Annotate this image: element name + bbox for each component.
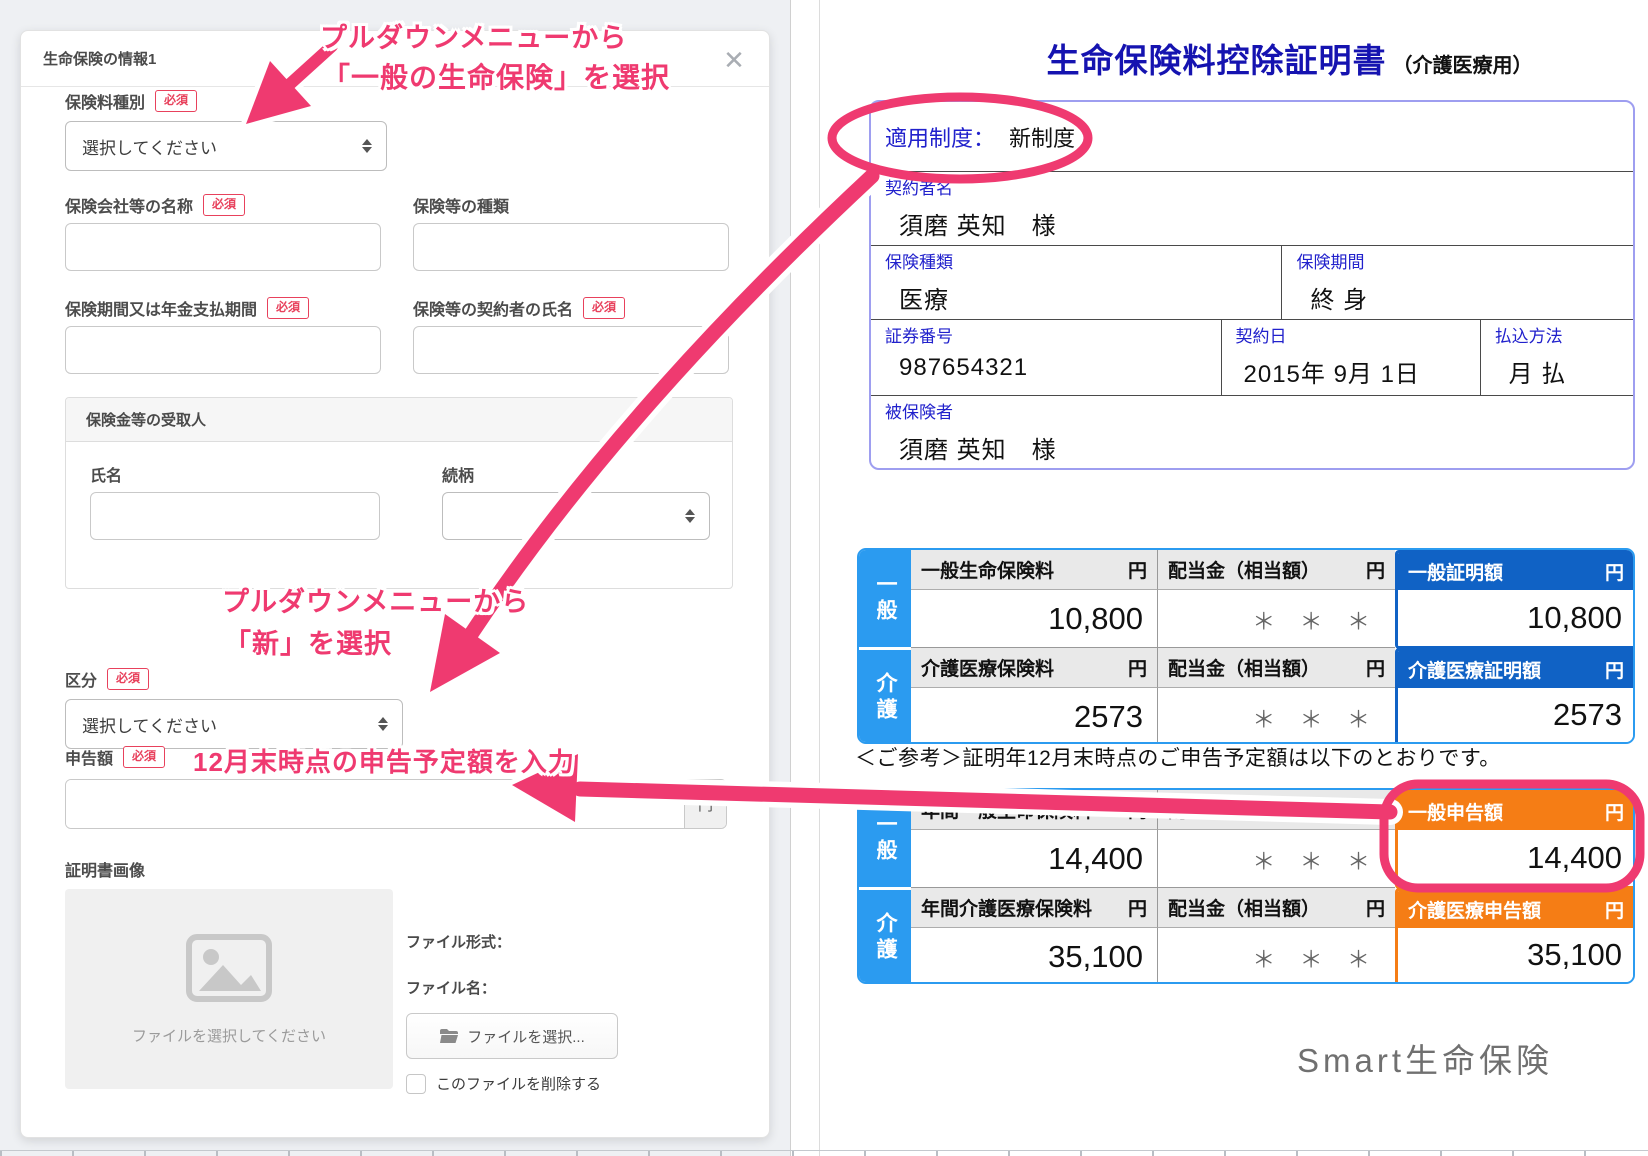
contract-info-box: 適用制度： 新制度 契約者名 須磨 英知 様 保険種類 医療 保険期間 終 身 … [869, 100, 1635, 470]
category-select[interactable]: 選択してください [65, 699, 403, 749]
yen-addon: 円 [684, 780, 726, 828]
certificate-title: 生命保険料控除証明書（介護医療用） [941, 34, 1638, 82]
col-header: 介護医療保険料円 [911, 647, 1157, 688]
certified-amount-table: 一般 介護 一般生命保険料円 配当金（相当額）円 10,800 ＊ ＊ ＊ 介護… [857, 548, 1635, 744]
table-value: ＊ ＊ ＊ [1157, 688, 1395, 744]
table-value: 35,100 [911, 928, 1157, 984]
kaigo-certified-cell: 介護医療証明額円 2573 [1395, 648, 1635, 745]
category-label: 区分 必須 [65, 667, 149, 691]
insurance-kind-input[interactable] [413, 223, 729, 271]
relation-select[interactable] [442, 492, 710, 540]
recipient-group: 保険金等の受取人 氏名 続柄 [65, 397, 733, 589]
file-select-button[interactable]: ファイルを選択... [406, 1013, 618, 1059]
background-table-edge [0, 1150, 1648, 1156]
modal-header: 生命保険の情報1 [21, 31, 769, 87]
contractor-row: 契約者名 須磨 英知 様 [871, 172, 1633, 246]
band-general: 一般 [859, 550, 911, 647]
certificate-document: 生命保険料控除証明書（介護医療用） 適用制度： 新制度 契約者名 須磨 英知 様… [790, 0, 1648, 1156]
type-period-row: 保険種類 医療 保険期間 終 身 [871, 246, 1633, 320]
required-badge: 必須 [267, 297, 309, 318]
applied-system-row: 適用制度： 新制度 [871, 102, 1633, 172]
insurer-logo: Smart生命保険 [1297, 1034, 1553, 1082]
required-badge: 必須 [155, 90, 197, 111]
company-input[interactable] [65, 223, 381, 271]
contractor-label: 保険等の契約者の氏名 必須 [413, 296, 625, 320]
table-value: 14,400 [911, 830, 1157, 887]
file-name-label: ファイル名： [406, 977, 496, 998]
contractor-input[interactable] [413, 326, 729, 374]
band-kaigo: 介護 [859, 647, 911, 744]
required-badge: 必須 [583, 297, 625, 318]
delete-file-label: このファイルを削除する [436, 1073, 601, 1094]
amount-label: 申告額 必須 [65, 745, 165, 769]
period-label: 保険期間又は年金支払期間 必須 [65, 296, 309, 320]
insurance-kind-label: 保険等の種類 [413, 193, 509, 217]
delete-file-checkbox[interactable] [406, 1074, 426, 1094]
certified-column: 一般証明額円 10,800 介護医療証明額円 2573 [1395, 550, 1635, 744]
table-value: ＊ ＊ ＊ [1157, 590, 1395, 647]
reference-note: ＜ご参考＞証明年12月末時点のご申告予定額は以下のとおりです。 [855, 742, 1501, 772]
document-page-edge [819, 0, 820, 1156]
report-amount-table: 一般 介護 年間一般生命保険料円 配当金（相当額）円 14,400 ＊ ＊ ＊ … [857, 788, 1635, 984]
recipient-group-title: 保険金等の受取人 [66, 398, 732, 442]
general-certified-cell: 一般証明額円 10,800 [1395, 550, 1635, 649]
band-kaigo: 介護 [859, 887, 911, 984]
required-badge: 必須 [107, 668, 149, 689]
file-format-label: ファイル形式： [406, 931, 511, 952]
col-header: 配当金（相当額）円 [1157, 647, 1395, 688]
table-value: ＊ ＊ ＊ [1157, 830, 1395, 887]
select-caret-icon [685, 508, 695, 524]
policy-date-payment-row: 証券番号 987654321 契約日 2015年 9月 1日 払込方法 月 払 [871, 320, 1633, 396]
modal-title: 生命保険の情報1 [43, 48, 156, 69]
band-general: 一般 [859, 790, 911, 887]
amount-input[interactable] [66, 780, 684, 828]
folder-icon [439, 1028, 459, 1044]
col-header: 配当金（相当額）円 [1157, 550, 1395, 590]
col-header: 年間介護医療保険料円 [911, 887, 1157, 928]
recipient-name-label: 氏名 [90, 462, 122, 486]
col-header: 配当金（相当額）円 [1157, 790, 1395, 830]
period-input[interactable] [65, 326, 381, 374]
col-header: 一般生命保険料円 [911, 550, 1157, 590]
select-caret-icon [378, 716, 388, 732]
delete-file-row: このファイルを削除する [406, 1073, 601, 1094]
certificate-upload-dropzone[interactable]: ファイルを選択してください [65, 889, 393, 1089]
report-column: 一般申告額円 14,400 介護医療申告額円 35,100 [1395, 790, 1635, 984]
recipient-name-input[interactable] [90, 492, 380, 540]
relation-label: 続柄 [442, 462, 474, 486]
select-caret-icon [362, 138, 372, 154]
amount-input-group: 円 [65, 779, 727, 829]
close-icon[interactable]: ✕ [719, 45, 749, 75]
col-header: 年間一般生命保険料円 [911, 790, 1157, 830]
premium-type-select[interactable]: 選択してください [65, 121, 387, 171]
insured-row: 被保険者 須磨 英知 様 [871, 396, 1633, 470]
insurance-info-modal: 生命保険の情報1 ✕ 保険料種別 必須 選択してください 保険会社等の名称 必須… [20, 30, 770, 1138]
table-value: 10,800 [911, 590, 1157, 647]
image-placeholder-icon [185, 933, 273, 1003]
required-badge: 必須 [123, 746, 165, 767]
col-header: 配当金（相当額）円 [1157, 887, 1395, 928]
premium-type-label: 保険料種別 必須 [65, 89, 197, 113]
certificate-image-label: 証明書画像 [65, 857, 145, 881]
table-value: 2573 [911, 688, 1157, 744]
kaigo-report-cell: 介護医療申告額円 35,100 [1395, 888, 1635, 985]
general-report-cell: 一般申告額円 14,400 [1395, 790, 1635, 889]
table-value: ＊ ＊ ＊ [1157, 928, 1395, 984]
upload-placeholder-text: ファイルを選択してください [132, 1025, 326, 1046]
company-label: 保険会社等の名称 必須 [65, 193, 245, 217]
required-badge: 必須 [203, 194, 245, 215]
